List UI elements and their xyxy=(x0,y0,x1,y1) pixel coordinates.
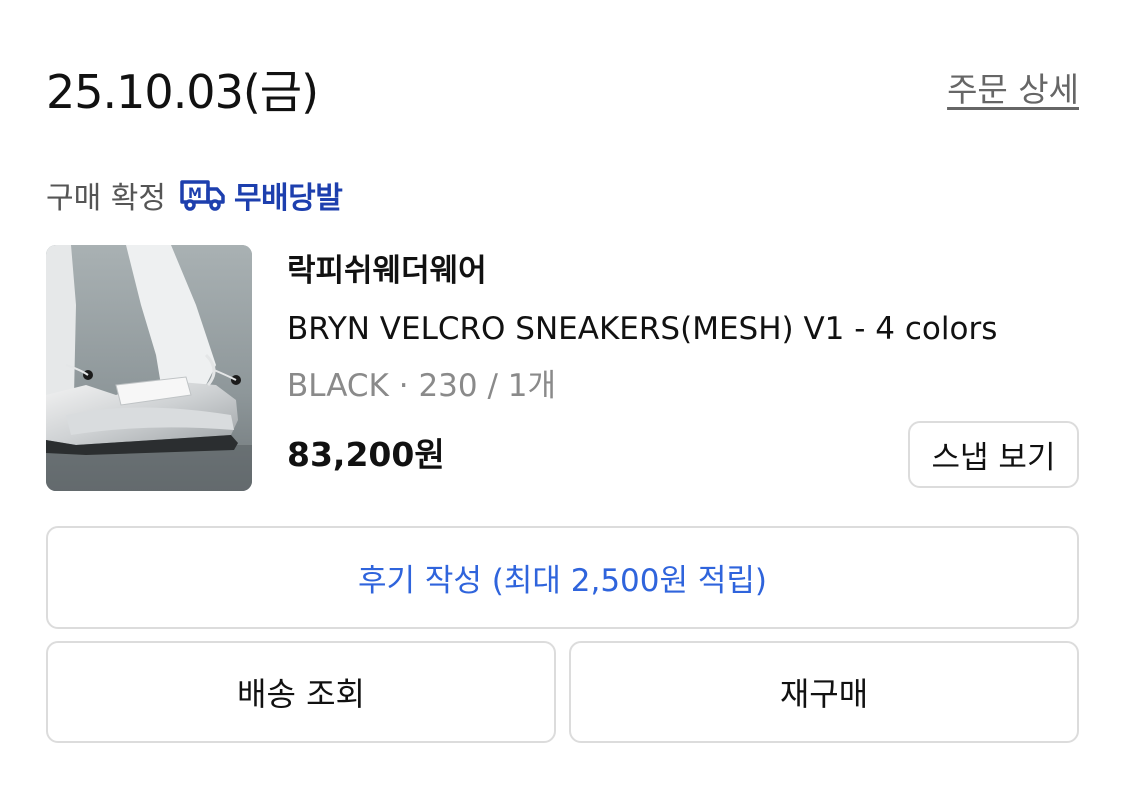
product-name[interactable]: BRYN VELCRO SNEAKERS(MESH) V1 - 4 colors xyxy=(287,306,1079,352)
svg-text:M: M xyxy=(188,186,202,202)
reorder-button[interactable]: 재구매 xyxy=(569,641,1079,743)
write-review-button[interactable]: 후기 작성 (최대 2,500원 적립) xyxy=(46,526,1079,629)
purchase-status: 구매 확정 xyxy=(46,181,166,216)
status-row: 구매 확정 M 무배당발 xyxy=(46,172,343,218)
brand-name[interactable]: 락피쉬웨더웨어 xyxy=(287,248,1079,294)
order-date: 25.10.03(금) xyxy=(46,65,319,119)
truck-m-icon: M xyxy=(178,178,226,212)
snap-view-button[interactable]: 스냅 보기 xyxy=(908,421,1079,488)
free-shipping-badge: 무배당발 xyxy=(233,181,343,216)
track-delivery-button[interactable]: 배송 조회 xyxy=(46,641,556,743)
product-thumbnail[interactable] xyxy=(46,245,252,491)
order-card: 25.10.03(금) 주문 상세 구매 확정 M 무배당발 락피쉬웨더웨어 B… xyxy=(0,0,1125,788)
product-option: BLACK · 230 / 1개 xyxy=(287,368,557,404)
product-price: 83,200원 xyxy=(287,435,445,474)
order-detail-link[interactable]: 주문 상세 xyxy=(947,70,1079,110)
product-info: 락피쉬웨더웨어 BRYN VELCRO SNEAKERS(MESH) V1 - … xyxy=(287,248,1079,409)
